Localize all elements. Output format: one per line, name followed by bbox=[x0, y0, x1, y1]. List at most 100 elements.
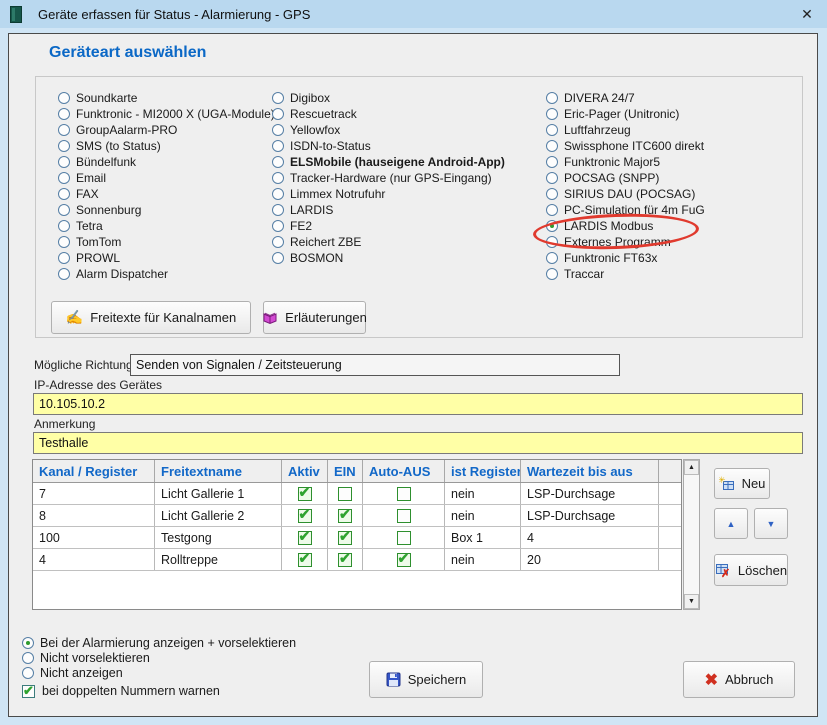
table-scrollbar[interactable]: ▲ ▼ bbox=[683, 459, 700, 610]
device-radio-tetra[interactable]: Tetra bbox=[58, 218, 275, 234]
cell-ist-register: nein bbox=[445, 483, 521, 504]
device-radio-rescuetrack[interactable]: Rescuetrack bbox=[272, 106, 505, 122]
device-radio-elsmobile-hauseigene-android-app[interactable]: ELSMobile (hauseigene Android-App) bbox=[272, 154, 505, 170]
device-radio-email[interactable]: Email bbox=[58, 170, 275, 186]
close-icon[interactable]: ✕ bbox=[795, 3, 819, 25]
table-row[interactable]: 4Rolltreppenein20 bbox=[33, 549, 681, 571]
device-radio-fe2[interactable]: FE2 bbox=[272, 218, 505, 234]
ip-address-input[interactable]: 10.105.10.2 bbox=[33, 393, 803, 415]
device-radio-bündelfunk[interactable]: Bündelfunk bbox=[58, 154, 275, 170]
device-radio-digibox[interactable]: Digibox bbox=[272, 90, 505, 106]
checkbox-ein-icon[interactable] bbox=[338, 509, 352, 523]
radio-icon bbox=[272, 204, 284, 216]
table-row[interactable]: 8Licht Gallerie 2neinLSP-Durchsage bbox=[33, 505, 681, 527]
checkbox-icon bbox=[22, 685, 35, 698]
device-radio-funktronic-major5[interactable]: Funktronic Major5 bbox=[546, 154, 705, 170]
cell-freitext: Rolltreppe bbox=[155, 549, 282, 570]
checkbox-aktiv-icon[interactable] bbox=[298, 553, 312, 567]
column-header-kanal-register[interactable]: Kanal / Register bbox=[33, 460, 155, 482]
cell-aktiv bbox=[282, 549, 328, 570]
column-header-ein[interactable]: EIN bbox=[328, 460, 363, 482]
device-radio-prowl[interactable]: PROWL bbox=[58, 250, 275, 266]
device-radio-tracker-hardware-nur-gps-eingang[interactable]: Tracker-Hardware (nur GPS-Eingang) bbox=[272, 170, 505, 186]
erlaeuterungen-button-label: Erläuterungen bbox=[285, 310, 367, 325]
checkbox-aktiv-icon[interactable] bbox=[298, 487, 312, 501]
device-radio-label: Funktronic - MI2000 X (UGA-Module) bbox=[76, 107, 275, 121]
radio-icon bbox=[22, 652, 34, 664]
table-row[interactable]: 100TestgongBox 14 bbox=[33, 527, 681, 549]
device-radio-traccar[interactable]: Traccar bbox=[546, 266, 705, 282]
device-radio-soundkarte[interactable]: Soundkarte bbox=[58, 90, 275, 106]
checkbox-auto-aus-icon[interactable] bbox=[397, 553, 411, 567]
device-radio-lardis[interactable]: LARDIS bbox=[272, 202, 505, 218]
device-radio-divera-24-7[interactable]: DIVERA 24/7 bbox=[546, 90, 705, 106]
option-radio-nicht-vorselektieren[interactable]: Nicht vorselektieren bbox=[22, 650, 296, 665]
device-radio-funktronic-ft63x[interactable]: Funktronic FT63x bbox=[546, 250, 705, 266]
device-radio-luftfahrzeug[interactable]: Luftfahrzeug bbox=[546, 122, 705, 138]
column-header-freitextname[interactable]: Freitextname bbox=[155, 460, 282, 482]
checkbox-ein-icon[interactable] bbox=[338, 531, 352, 545]
device-radio-label: Bündelfunk bbox=[76, 155, 136, 169]
loeschen-button[interactable]: ✗ Löschen bbox=[714, 554, 788, 586]
abbruch-button[interactable]: ✖ Abbruch bbox=[683, 661, 795, 698]
checkbox-auto-aus-icon[interactable] bbox=[397, 509, 411, 523]
warn-duplicates-option[interactable]: bei doppelten Nummern warnen bbox=[22, 684, 220, 698]
device-radio-reichert-zbe[interactable]: Reichert ZBE bbox=[272, 234, 505, 250]
scroll-up-icon[interactable]: ▲ bbox=[684, 460, 699, 475]
device-radio-lardis-modbus[interactable]: LARDIS Modbus bbox=[546, 218, 705, 234]
device-radio-label: Tetra bbox=[76, 219, 103, 233]
checkbox-aktiv-icon[interactable] bbox=[298, 509, 312, 523]
checkbox-ein-icon[interactable] bbox=[338, 487, 352, 501]
move-down-button[interactable]: ▼ bbox=[754, 508, 788, 539]
radio-icon bbox=[546, 92, 558, 104]
checkbox-auto-aus-icon[interactable] bbox=[397, 487, 411, 501]
device-radio-bosmon[interactable]: BOSMON bbox=[272, 250, 505, 266]
device-radio-fax[interactable]: FAX bbox=[58, 186, 275, 202]
device-radio-funktronic-mi2000-x-uga-module[interactable]: Funktronic - MI2000 X (UGA-Module) bbox=[58, 106, 275, 122]
device-radio-isdn-to-status[interactable]: ISDN-to-Status bbox=[272, 138, 505, 154]
radio-icon bbox=[546, 156, 558, 168]
checkbox-ein-icon[interactable] bbox=[338, 553, 352, 567]
device-radio-pocsag-snpp[interactable]: POCSAG (SNPP) bbox=[546, 170, 705, 186]
anmerkung-input[interactable]: Testhalle bbox=[33, 432, 803, 454]
cell-wartezeit: LSP-Durchsage bbox=[521, 505, 659, 526]
cell-aktiv bbox=[282, 483, 328, 504]
device-radio-eric-pager-unitronic[interactable]: Eric-Pager (Unitronic) bbox=[546, 106, 705, 122]
column-header-ist-register[interactable]: ist Register bbox=[445, 460, 521, 482]
option-radio-bei-der-alarmierung-anzeigen-vorselektieren[interactable]: Bei der Alarmierung anzeigen + vorselekt… bbox=[22, 635, 296, 650]
speichern-button[interactable]: Speichern bbox=[369, 661, 483, 698]
device-radio-limmex-notrufuhr[interactable]: Limmex Notrufuhr bbox=[272, 186, 505, 202]
device-radio-sirius-dau-pocsag[interactable]: SIRIUS DAU (POCSAG) bbox=[546, 186, 705, 202]
device-radio-alarm-dispatcher[interactable]: Alarm Dispatcher bbox=[58, 266, 275, 282]
column-header-wartezeit-bis-aus[interactable]: Wartezeit bis aus bbox=[521, 460, 659, 482]
cell-wartezeit: 4 bbox=[521, 527, 659, 548]
freitexte-button[interactable]: ✍ Freitexte für Kanalnamen bbox=[51, 301, 251, 334]
move-up-button[interactable]: ▲ bbox=[714, 508, 748, 539]
cell-ein bbox=[328, 505, 363, 526]
device-radio-sms-to-status[interactable]: SMS (to Status) bbox=[58, 138, 275, 154]
erlaeuterungen-button[interactable]: Erläuterungen bbox=[263, 301, 366, 334]
checkbox-aktiv-icon[interactable] bbox=[298, 531, 312, 545]
device-radio-label: Yellowfox bbox=[290, 123, 340, 137]
checkbox-auto-aus-icon[interactable] bbox=[397, 531, 411, 545]
device-radio-swissphone-itc600-direkt[interactable]: Swissphone ITC600 direkt bbox=[546, 138, 705, 154]
down-arrow-icon: ▼ bbox=[767, 519, 776, 529]
radio-icon bbox=[58, 268, 70, 280]
device-radio-label: Rescuetrack bbox=[290, 107, 357, 121]
column-header-aktiv[interactable]: Aktiv bbox=[282, 460, 328, 482]
device-radio-groupaalarm-pro[interactable]: GroupAalarm-PRO bbox=[58, 122, 275, 138]
scroll-down-icon[interactable]: ▼ bbox=[684, 594, 699, 609]
device-radio-tomtom[interactable]: TomTom bbox=[58, 234, 275, 250]
cell-freitext: Testgong bbox=[155, 527, 282, 548]
device-radio-yellowfox[interactable]: Yellowfox bbox=[272, 122, 505, 138]
neu-button[interactable]: ✳ Neu bbox=[714, 468, 770, 499]
richtung-label: Mögliche Richtung: bbox=[34, 358, 136, 372]
option-radio-nicht-anzeigen[interactable]: Nicht anzeigen bbox=[22, 665, 296, 680]
table-row[interactable]: 7Licht Gallerie 1neinLSP-Durchsage bbox=[33, 483, 681, 505]
device-radio-pc-simulation-für-4m-fug[interactable]: PC-Simulation für 4m FuG bbox=[546, 202, 705, 218]
device-radio-sonnenburg[interactable]: Sonnenburg bbox=[58, 202, 275, 218]
device-radio-externes-programm[interactable]: Externes Programm bbox=[546, 234, 705, 250]
device-radio-label: LARDIS Modbus bbox=[564, 219, 653, 233]
column-header-auto-aus[interactable]: Auto-AUS bbox=[363, 460, 445, 482]
radio-icon bbox=[58, 124, 70, 136]
